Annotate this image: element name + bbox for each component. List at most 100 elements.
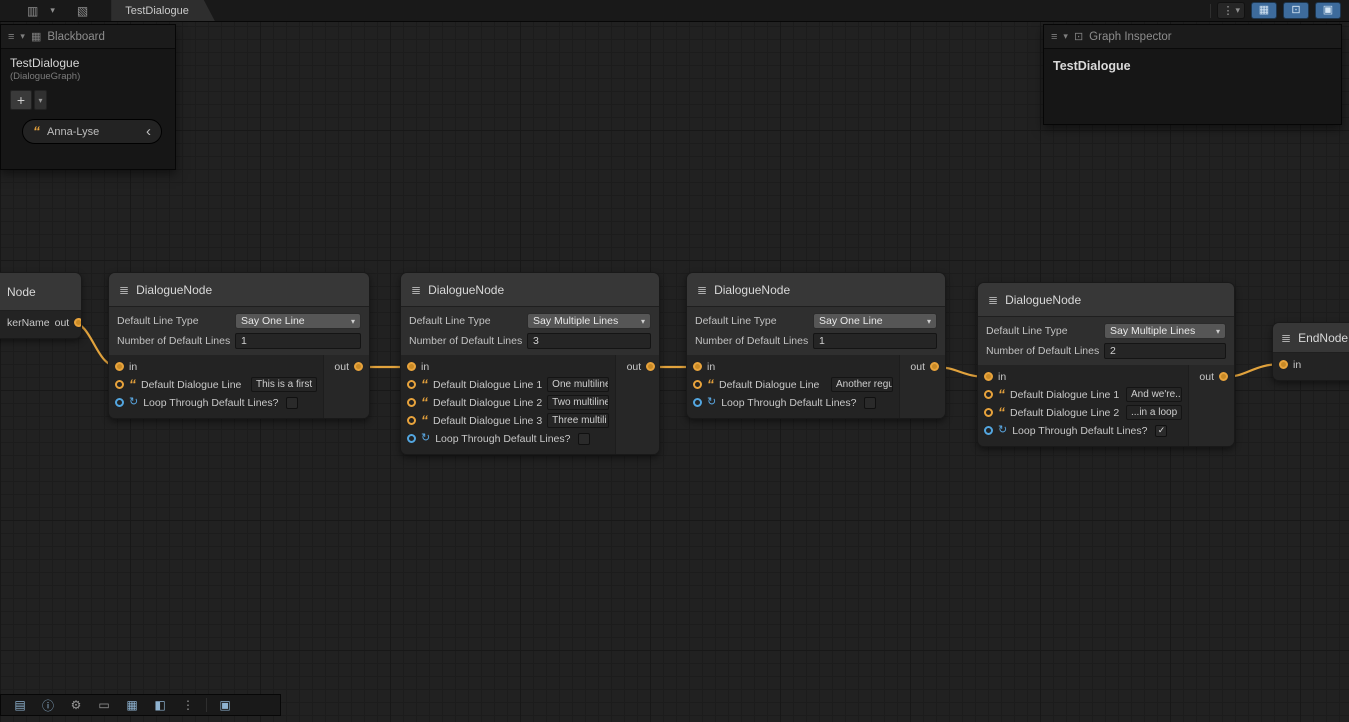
dialogue-node-2[interactable]: ≣ DialogueNode Default Line Type Say Mul…	[400, 272, 660, 455]
loop-input-port[interactable]	[407, 434, 416, 443]
bottom-btn-frame[interactable]: ▭	[91, 696, 117, 714]
line-text-input[interactable]: And we're...	[1126, 387, 1182, 402]
bottom-btn-inspector[interactable]: ⓘ	[35, 696, 61, 714]
line-input-port[interactable]	[984, 408, 993, 417]
input-port[interactable]	[1279, 360, 1288, 369]
inspector-icon: ⊡	[1291, 5, 1300, 16]
loop-checkbox[interactable]	[864, 397, 876, 409]
loop-label: Loop Through Default Lines?	[721, 397, 856, 409]
line-input-port[interactable]	[407, 398, 416, 407]
inspector-header[interactable]: ≡ ▾ ⊡ Graph Inspector	[1044, 25, 1341, 49]
dialogue-node-4[interactable]: ≣ DialogueNode Default Line Type Say Mul…	[977, 282, 1235, 447]
blackboard-header[interactable]: ≡ ▾ ▦ Blackboard	[1, 25, 175, 49]
bottom-btn-blackboard[interactable]: ▦	[119, 696, 145, 714]
blackboard-property-anna-lyse[interactable]: “ Anna-Lyse ‹	[22, 119, 162, 144]
input-port[interactable]	[115, 362, 124, 371]
num-lines-input[interactable]: 1	[813, 333, 937, 349]
add-property-button[interactable]: +	[10, 90, 32, 110]
output-port[interactable]	[646, 362, 655, 371]
blackboard-graph-name: TestDialogue	[1, 49, 175, 70]
dialogue-node-icon: ≣	[988, 293, 998, 307]
dialogue-node-1[interactable]: ≣ DialogueNode Default Line Type Say One…	[108, 272, 370, 419]
overflow-menu-button[interactable]: ⋮ ▾	[1217, 2, 1245, 19]
speaker-node-partial[interactable]: Node kerName out	[0, 272, 82, 339]
line-text-input[interactable]: Two multiline	[547, 395, 609, 410]
loop-checkbox[interactable]	[286, 397, 298, 409]
bottom-btn-code[interactable]: ▣	[212, 696, 238, 714]
output-port[interactable]	[1219, 372, 1228, 381]
loop-input-port[interactable]	[693, 398, 702, 407]
loop-input-port[interactable]	[984, 426, 993, 435]
line-text-input[interactable]: Three multili	[547, 413, 609, 428]
node-title-bar[interactable]: Node	[0, 273, 81, 311]
chevron-down-icon: ▾	[351, 317, 355, 326]
line-label: Default Dialogue Line 2	[433, 397, 542, 409]
line-input-port[interactable]	[407, 416, 416, 425]
line-input-port[interactable]	[693, 380, 702, 389]
line-type-dropdown[interactable]: Say Multiple Lines ▾	[527, 313, 651, 329]
line-type-dropdown[interactable]: Say One Line ▾	[235, 313, 361, 329]
loop-checkbox[interactable]: ✓	[1155, 425, 1167, 437]
input-port[interactable]	[984, 372, 993, 381]
collapse-icon[interactable]: ▾	[20, 31, 25, 42]
dialogue-node-3[interactable]: ≣ DialogueNode Default Line Type Say One…	[686, 272, 946, 419]
toggle-console-button[interactable]: ▣	[1315, 2, 1341, 19]
output-port[interactable]	[930, 362, 939, 371]
chevron-down-icon: ▾	[1235, 5, 1240, 16]
input-port[interactable]	[407, 362, 416, 371]
bottom-btn-console[interactable]: ▤	[7, 696, 33, 714]
node-title-bar[interactable]: ≣ DialogueNode	[401, 273, 659, 307]
bottom-btn-dialogue[interactable]: ◧	[147, 696, 173, 714]
inspector-graph-name: TestDialogue	[1044, 49, 1341, 83]
line-text-input[interactable]: One multiline	[547, 377, 609, 392]
line-input-port[interactable]	[984, 390, 993, 399]
line-text-input[interactable]: This is a first	[251, 377, 317, 392]
toggle-blackboard-button[interactable]: ▦	[1251, 2, 1277, 19]
save-options-button[interactable]: ▾	[45, 5, 60, 16]
quote-icon: “	[129, 380, 136, 388]
info-icon: ⓘ	[42, 697, 54, 714]
load-button[interactable]: ▧	[72, 4, 93, 18]
num-lines-input[interactable]: 2	[1104, 343, 1226, 359]
graph-inspector-panel: ≡ ▾ ⊡ Graph Inspector TestDialogue	[1043, 24, 1342, 125]
add-property-dropdown[interactable]: ▾	[34, 90, 47, 110]
line-type-dropdown[interactable]: Say One Line ▾	[813, 313, 937, 329]
chevron-left-icon[interactable]: ‹	[146, 124, 151, 139]
code-icon: ▣	[219, 698, 230, 712]
port-label: in	[1293, 359, 1301, 371]
line-text-input[interactable]: Another regu	[831, 377, 893, 392]
field-label: Number of Default Lines	[409, 335, 527, 347]
loop-checkbox[interactable]	[578, 433, 590, 445]
toggle-inspector-button[interactable]: ⊡	[1283, 2, 1309, 19]
node-title: DialogueNode	[428, 283, 504, 297]
loop-input-port[interactable]	[115, 398, 124, 407]
line-label: Default Dialogue Line 1	[1010, 389, 1119, 401]
tab-testdialogue[interactable]: TestDialogue	[111, 0, 215, 21]
frame-icon: ▭	[98, 698, 109, 712]
hamburger-icon[interactable]: ≡	[1051, 31, 1057, 43]
output-port[interactable]	[74, 318, 82, 327]
dropdown-value: Say Multiple Lines	[533, 315, 618, 327]
line-type-dropdown[interactable]: Say Multiple Lines ▾	[1104, 323, 1226, 339]
input-port[interactable]	[693, 362, 702, 371]
line-input-port[interactable]	[115, 380, 124, 389]
line-input-port[interactable]	[407, 380, 416, 389]
num-lines-input[interactable]: 1	[235, 333, 361, 349]
output-port[interactable]	[354, 362, 363, 371]
bottom-btn-tools[interactable]: ⚙	[63, 696, 89, 714]
save-button[interactable]: ▥	[22, 4, 43, 18]
node-title-bar[interactable]: ≣ DialogueNode	[109, 273, 369, 307]
line-text-input[interactable]: ...in a loop	[1126, 405, 1182, 420]
num-lines-input[interactable]: 3	[527, 333, 651, 349]
field-label: Default Line Type	[117, 315, 235, 327]
node-title-bar[interactable]: ≣ DialogueNode	[978, 283, 1234, 317]
bottom-btn-more[interactable]: ⋮	[175, 696, 201, 714]
collapse-icon[interactable]: ▾	[1063, 31, 1068, 42]
end-node[interactable]: ≣ EndNode in	[1272, 322, 1349, 381]
node-title-bar[interactable]: ≣ EndNode	[1273, 323, 1349, 353]
hamburger-icon[interactable]: ≡	[8, 31, 14, 43]
dialogue-node-icon: ≣	[697, 283, 707, 297]
dropdown-value: Say One Line	[241, 315, 305, 327]
line-label: Default Dialogue Line	[719, 379, 819, 391]
node-title-bar[interactable]: ≣ DialogueNode	[687, 273, 945, 307]
